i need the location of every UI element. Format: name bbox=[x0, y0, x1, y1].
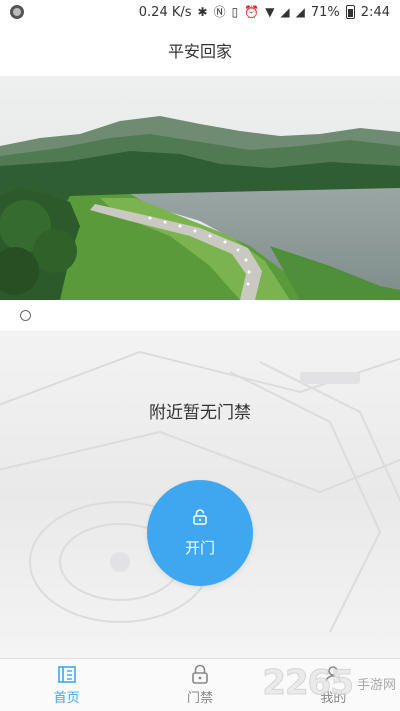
carousel-indicator bbox=[0, 300, 400, 332]
bottom-tab-bar: 首页 门禁 我的 bbox=[0, 658, 400, 711]
tab-access-control[interactable]: 门禁 bbox=[133, 659, 266, 711]
bluetooth-icon: ✱ bbox=[197, 5, 208, 19]
banner-image bbox=[0, 76, 400, 300]
wifi-icon: ▼ bbox=[265, 5, 275, 19]
tab-access-control-label: 门禁 bbox=[186, 691, 213, 706]
open-door-button[interactable]: 开门 bbox=[147, 480, 253, 586]
open-door-label: 开门 bbox=[184, 538, 215, 557]
status-left bbox=[10, 5, 24, 19]
main-panel: 附近暂无门禁 开门 bbox=[0, 332, 400, 658]
lock-icon bbox=[192, 664, 208, 684]
nfc-icon: Ⓝ bbox=[213, 5, 226, 19]
clock: 2:44 bbox=[360, 4, 390, 20]
app-header: 平安回家 bbox=[0, 24, 400, 76]
user-icon bbox=[325, 666, 342, 683]
signal-icon-2: ◢ bbox=[295, 5, 305, 19]
tab-home-label: 首页 bbox=[53, 691, 80, 706]
status-bar: 0.24 K/s ✱ Ⓝ ▯ ⏰ ▼ ◢ ◢ 71% 2:44 bbox=[0, 0, 400, 24]
tab-home[interactable]: 首页 bbox=[0, 659, 133, 711]
signal-icon-1: ◢ bbox=[280, 5, 290, 19]
battery-icon bbox=[345, 5, 355, 19]
network-speed: 0.24 K/s bbox=[138, 4, 192, 20]
carousel-dot[interactable] bbox=[20, 310, 31, 321]
vibrate-icon: ▯ bbox=[231, 5, 239, 19]
alarm-icon: ⏰ bbox=[244, 5, 260, 19]
unlock-icon bbox=[193, 508, 207, 529]
home-icon bbox=[57, 666, 76, 683]
banner-carousel[interactable] bbox=[0, 76, 400, 300]
status-right: 0.24 K/s ✱ Ⓝ ▯ ⏰ ▼ ◢ ◢ 71% 2:44 bbox=[139, 5, 390, 20]
battery-percent: 71% bbox=[310, 4, 340, 20]
notification-dot-icon bbox=[10, 5, 24, 19]
tab-profile[interactable]: 我的 bbox=[267, 659, 400, 711]
empty-state-text: 附近暂无门禁 bbox=[149, 403, 251, 423]
page-title: 平安回家 bbox=[167, 42, 232, 61]
tab-profile-label: 我的 bbox=[320, 691, 347, 706]
